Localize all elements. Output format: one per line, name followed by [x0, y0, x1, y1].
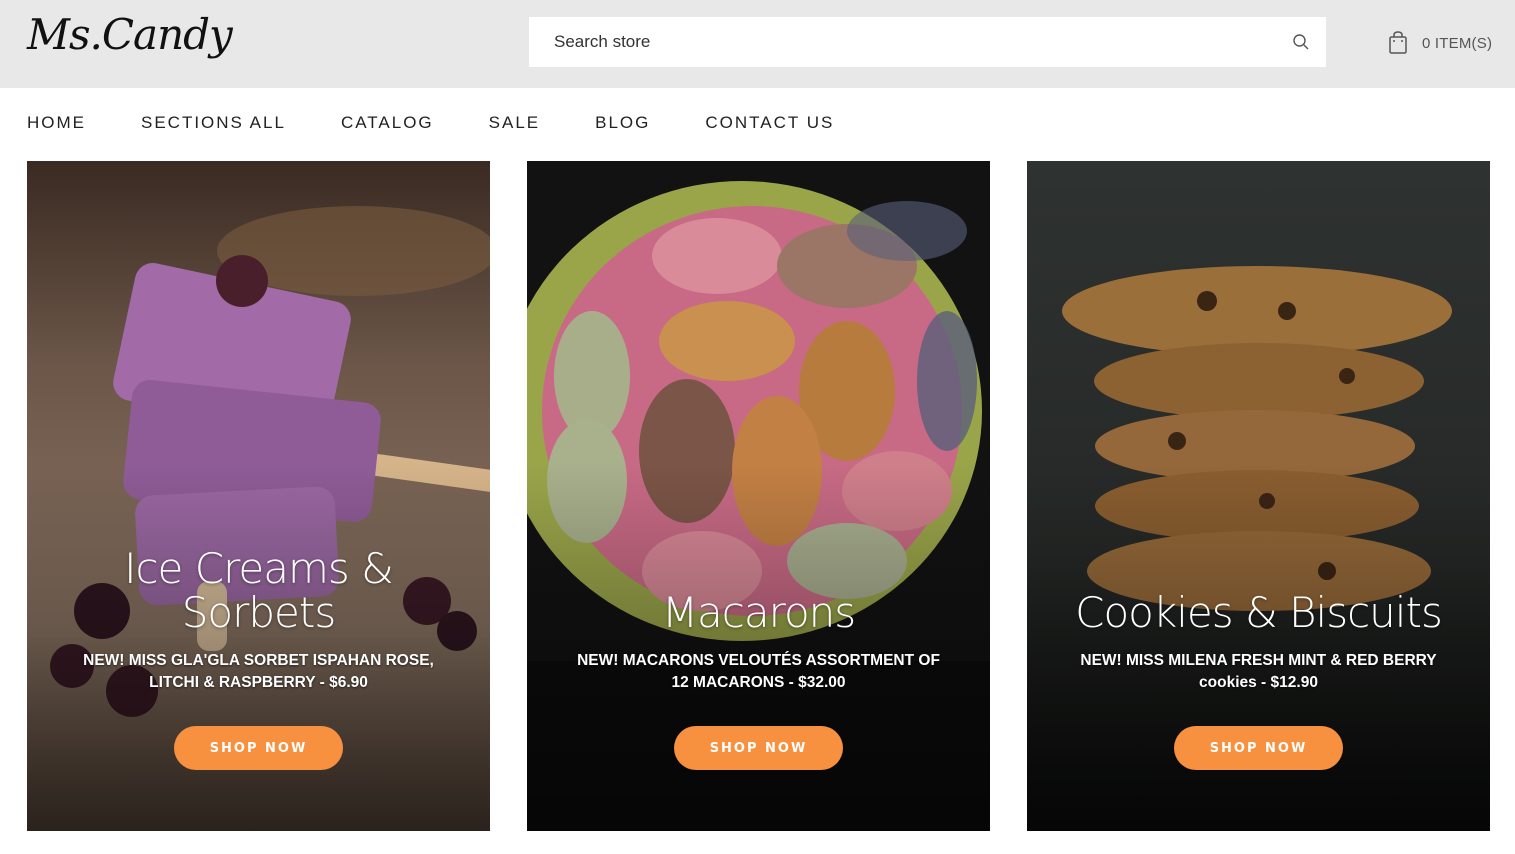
card-description: NEW! MISS MILENA FRESH MINT & RED BERRY …	[1080, 652, 1437, 691]
nav-item-catalog[interactable]: CATALOG	[341, 113, 434, 133]
card-description: NEW! MACARONS VELOUTÉS ASSORTMENT OF 12 …	[577, 652, 940, 691]
card-description: NEW! MISS GLA'GLA SORBET ISPAHAN ROSE, L…	[83, 652, 434, 691]
card-title: Cookies & Biscuits	[1075, 588, 1443, 637]
nav-item-contact-us[interactable]: CONTACT US	[705, 113, 834, 133]
nav-item-home[interactable]: HOME	[27, 113, 86, 133]
nav-item-sections-all[interactable]: SECTIONS ALL	[141, 113, 286, 133]
card-title: Macarons	[661, 588, 856, 637]
card-title: Ice Creams & Sorbets	[124, 544, 394, 637]
cart-button[interactable]: 0 ITEM(S)	[1388, 28, 1492, 58]
search-input[interactable]	[529, 17, 1269, 67]
shop-now-button[interactable]: SHOP NOW	[674, 726, 843, 770]
site-header: Ms.Candy 0 ITEM(S)	[0, 0, 1515, 88]
cart-count-label: 0 ITEM(S)	[1422, 34, 1493, 52]
nav-item-sale[interactable]: SALE	[489, 113, 540, 133]
promo-card-macarons[interactable]: Macarons NEW! MACARONS VELOUTÉS ASSORTME…	[527, 161, 990, 831]
shop-now-button[interactable]: SHOP NOW	[174, 726, 343, 770]
search-icon[interactable]	[1292, 33, 1310, 51]
main-nav: HOME SECTIONS ALL CATALOG SALE BLOG CONT…	[27, 113, 889, 133]
promo-card-ice-creams[interactable]: Ice Creams & Sorbets NEW! MISS GLA'GLA S…	[27, 161, 490, 831]
nav-item-blog[interactable]: BLOG	[595, 113, 650, 133]
shop-now-button[interactable]: SHOP NOW	[1174, 726, 1343, 770]
shopping-bag-icon	[1389, 31, 1407, 54]
search-box	[529, 17, 1326, 67]
promo-card-cookies[interactable]: Cookies & Biscuits NEW! MISS MILENA FRES…	[1027, 161, 1490, 831]
store-logo[interactable]: Ms.Candy	[27, 10, 233, 59]
